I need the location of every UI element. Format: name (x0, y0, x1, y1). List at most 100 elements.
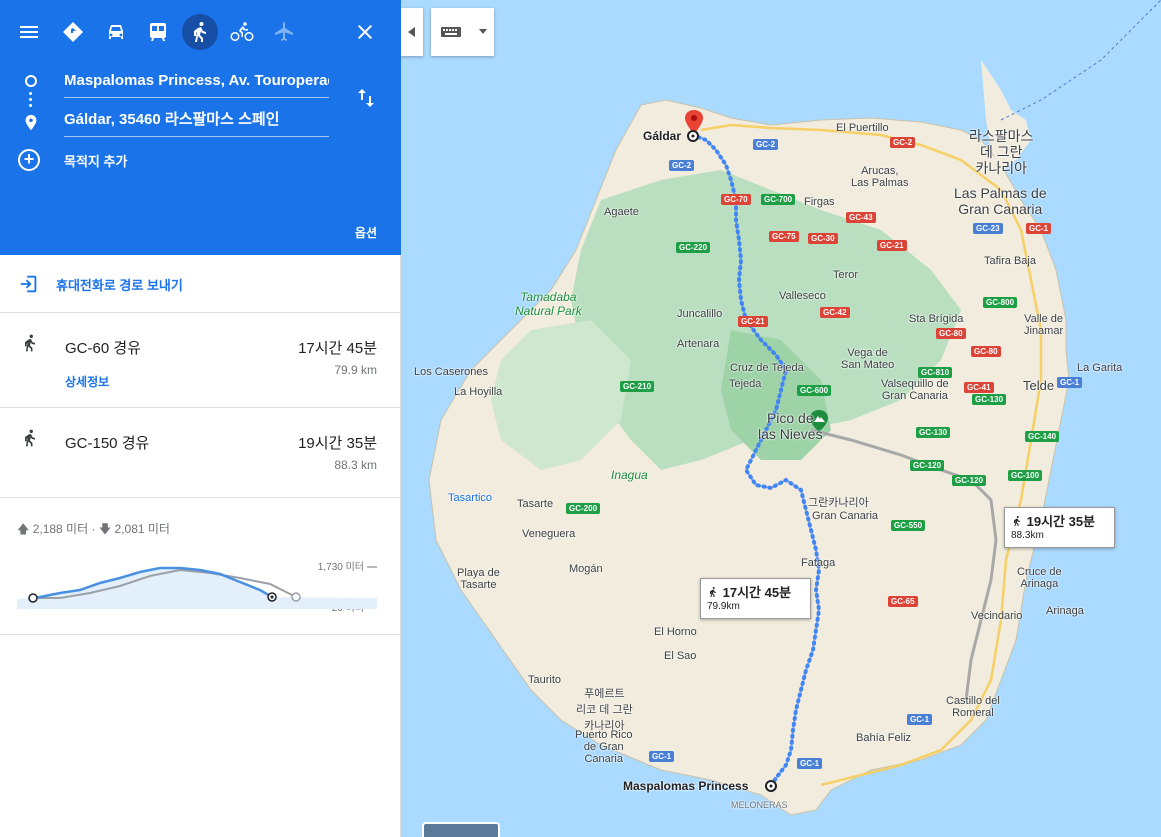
directions-header: Maspalomas Princess, Av. Touroperador Gá… (0, 0, 401, 255)
place-tasartico: Tasartico (448, 492, 493, 504)
route-via: GC-150 경유 (65, 435, 150, 452)
road-badge: GC-200 (566, 503, 601, 514)
travel-mode-bar (0, 0, 401, 64)
place-los-caserones: Los Caserones (414, 366, 488, 378)
place-tamadaba: Tamadaba Natural Park (515, 290, 582, 318)
place-telde: Telde (1023, 378, 1055, 393)
place-lpgc: Las Palmas de Gran Canaria (954, 185, 1047, 217)
walk-icon (1014, 516, 1020, 526)
map-canvas[interactable]: Gáldar Maspalomas Princess MELONERAS El … (401, 0, 1161, 837)
add-destination-button[interactable]: + 목적지 추가 (18, 148, 127, 172)
input-tools-button[interactable] (431, 8, 494, 56)
place-la-hoyilla: La Hoyilla (454, 386, 503, 398)
road-badge: GC-210 (620, 381, 655, 392)
road-badge: GC-23 (973, 223, 1003, 234)
place-el-puertillo: El Puertillo (836, 122, 889, 134)
road-badge: GC-800 (983, 297, 1018, 308)
place-lpgc-ko: 라스팔마스 데 그란 카나리아 (969, 128, 1034, 176)
close-directions-button[interactable] (347, 14, 383, 50)
place-sta-brigida: Sta Brígida (909, 313, 964, 325)
route-details-link[interactable]: 상세정보 (65, 373, 109, 390)
walk-icon (194, 22, 206, 42)
train-icon (150, 23, 166, 41)
origin-marker-icon (25, 75, 37, 87)
chevron-left-icon (408, 27, 415, 37)
road-badge: GC-75 (769, 231, 799, 242)
mode-transit-button[interactable] (140, 14, 176, 50)
place-agaete: Agaete (604, 206, 639, 218)
route-distance: 88.3 km (334, 458, 377, 472)
place-puerto-rico-ko: 푸에르트 리코 데 그란 카나리아 (576, 688, 633, 732)
mode-cycling-button[interactable] (224, 14, 260, 50)
place-cruce-arinaga: Cruce de Arinaga (1017, 566, 1062, 590)
send-to-phone-button[interactable]: 휴대전화로 경로 보내기 (0, 256, 401, 313)
place-arucas: Arucas, Las Palmas (851, 165, 909, 189)
place-inagua: Inagua (611, 468, 648, 482)
road-badge: GC-80 (936, 328, 966, 339)
options-button[interactable]: 옵션 (355, 224, 377, 241)
place-teror: Teror (833, 269, 859, 281)
road-badge: GC-2 (753, 139, 779, 150)
road-badge: GC-1 (649, 751, 675, 762)
origin-input[interactable]: Maspalomas Princess, Av. Touroperador (64, 68, 329, 98)
mode-driving-button[interactable] (98, 14, 134, 50)
place-puerto-rico: Puerto Rico de Gran Canaria (575, 729, 633, 765)
place-la-garita: La Garita (1077, 362, 1123, 374)
plane-icon (275, 22, 293, 41)
place-vega: Vega de San Mateo (841, 347, 895, 371)
route-option-1[interactable]: GC-60 경유 17시간 45분 79.9 km 상세정보 (0, 313, 401, 408)
directions-panel: Maspalomas Princess, Av. Touroperador Gá… (0, 0, 401, 837)
road-badge: GC-70 (721, 194, 751, 205)
start-point-icon (28, 593, 38, 603)
road-badge: GC-41 (964, 382, 994, 393)
place-cruz-tejeda: Cruz de Tejeda (730, 362, 804, 374)
place-pico: Pico de las Nieves (758, 410, 823, 442)
destination-input[interactable]: Gáldar, 35460 라스팔마스 스페인 (64, 107, 329, 137)
mode-best-button[interactable] (55, 14, 91, 50)
mode-flights-button[interactable] (266, 14, 302, 50)
place-meloneras: MELONERAS (731, 800, 788, 810)
place-el-horno: El Horno (654, 626, 697, 638)
road-badge: GC-550 (891, 520, 926, 531)
road-badge: GC-21 (877, 240, 907, 251)
route-dots-icon (29, 92, 33, 110)
road-badge: GC-1 (797, 758, 823, 769)
place-maspalomas: Maspalomas Princess (623, 779, 749, 793)
bicycle-icon (230, 22, 254, 41)
place-taurito: Taurito (528, 674, 562, 686)
menu-button[interactable] (11, 14, 47, 50)
road-badge: GC-810 (918, 367, 953, 378)
destination-pin-icon (25, 114, 37, 131)
route-callout-1[interactable]: 17시간 45분 79.9km (700, 578, 811, 619)
road-badge: GC-120 (910, 460, 945, 471)
route-callout-2[interactable]: 19시간 35분 88.3km (1004, 507, 1115, 548)
place-valleseco: Valleseco (779, 290, 826, 302)
plus-icon: + (18, 149, 40, 171)
road-badge: GC-130 (916, 427, 951, 438)
walk-icon (25, 429, 35, 447)
road-badge: GC-42 (820, 307, 850, 318)
place-fataga: Fataga (801, 557, 836, 569)
menu-icon (20, 26, 38, 38)
route-distance: 79.9 km (334, 363, 377, 377)
place-juncalillo: Juncalillo (677, 308, 723, 320)
alt-end-point-icon (291, 592, 301, 602)
place-gran-canaria-ko: 그란카나리아 (808, 497, 869, 509)
mode-walking-button[interactable] (182, 14, 218, 50)
swap-icon[interactable] (354, 86, 378, 110)
callout-distance: 79.9km (707, 601, 740, 612)
layers-thumbnail[interactable] (422, 822, 500, 837)
add-destination-label: 목적지 추가 (64, 153, 128, 169)
place-galdar: Gáldar (643, 129, 682, 143)
route-option-2[interactable]: GC-150 경유 19시간 35분 88.3 km (0, 408, 401, 498)
collapse-panel-button[interactable] (401, 8, 423, 56)
road-badge: GC-65 (888, 596, 918, 607)
road-badge: GC-30 (808, 233, 838, 244)
callout-time-value: 19시간 35분 (1026, 514, 1096, 529)
place-mogan: Mogán (569, 563, 603, 575)
diamond-route-icon (63, 22, 83, 42)
road-badge: GC-140 (1025, 431, 1060, 442)
place-playa-tasarte: Playa de Tasarte (457, 567, 500, 591)
elevation-chart (17, 566, 377, 609)
road-badge: GC-220 (676, 242, 711, 253)
